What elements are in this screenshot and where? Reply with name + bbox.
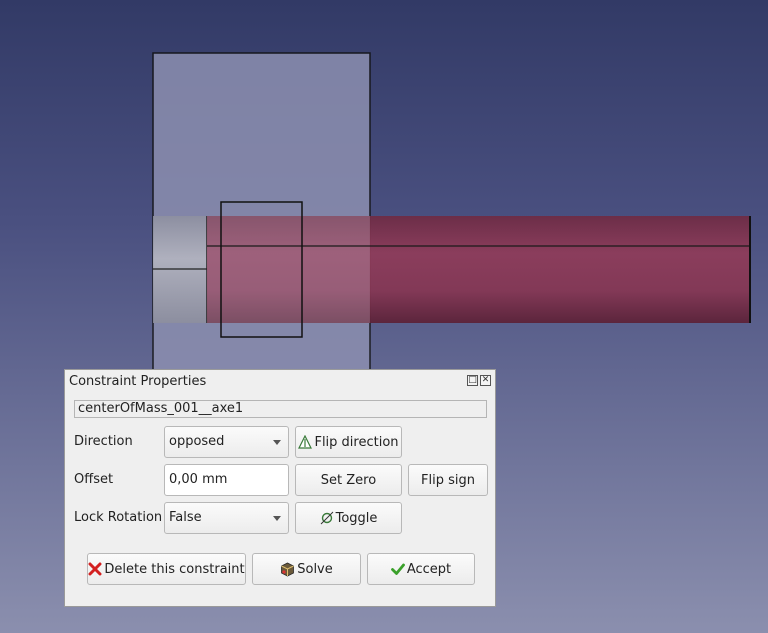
direction-select[interactable]: opposed [164,426,289,458]
set-zero-button[interactable]: Set Zero [295,464,402,496]
direction-label: Direction [74,434,133,449]
flip-direction-button[interactable]: Flip direction [295,426,402,458]
constraint-name-field[interactable]: centerOfMass_001__axe1 [74,400,487,418]
chevron-down-icon [273,440,281,445]
toggle-circle-icon [320,511,333,525]
offset-label: Offset [74,472,114,487]
toggle-label: Toggle [335,510,378,526]
lock-rotation-select-value: False [169,510,202,525]
flip-direction-label: Flip direction [314,434,399,450]
close-icon[interactable]: ✕ [480,375,491,386]
red-x-icon [88,562,102,576]
triangle-warning-icon [298,435,313,449]
dialog-titlebar[interactable]: Constraint Properties □ ✕ [69,373,491,391]
green-check-icon [390,563,405,575]
offset-input[interactable]: 0,00 mm [164,464,289,496]
lock-rotation-label: Lock Rotation [74,510,163,525]
solve-label: Solve [297,561,333,577]
delete-constraint-button[interactable]: Delete this constraint [87,553,246,585]
float-icon[interactable]: □ [467,375,478,386]
accept-button[interactable]: Accept [367,553,475,585]
set-zero-label: Set Zero [320,472,377,488]
accept-label: Accept [406,561,452,577]
lock-rotation-select[interactable]: False [164,502,289,534]
direction-select-value: opposed [169,434,225,449]
chevron-down-icon [273,516,281,521]
toggle-button[interactable]: Toggle [295,502,402,534]
solve-cube-icon [281,562,295,576]
delete-constraint-label: Delete this constraint [104,561,245,577]
solve-button[interactable]: Solve [252,553,361,585]
plate-part [152,52,371,374]
constraint-properties-dialog: Constraint Properties □ ✕ centerOfMass_0… [64,369,496,607]
flip-sign-button[interactable]: Flip sign [408,464,488,496]
flip-sign-label: Flip sign [421,472,475,488]
dialog-title: Constraint Properties [69,374,207,389]
